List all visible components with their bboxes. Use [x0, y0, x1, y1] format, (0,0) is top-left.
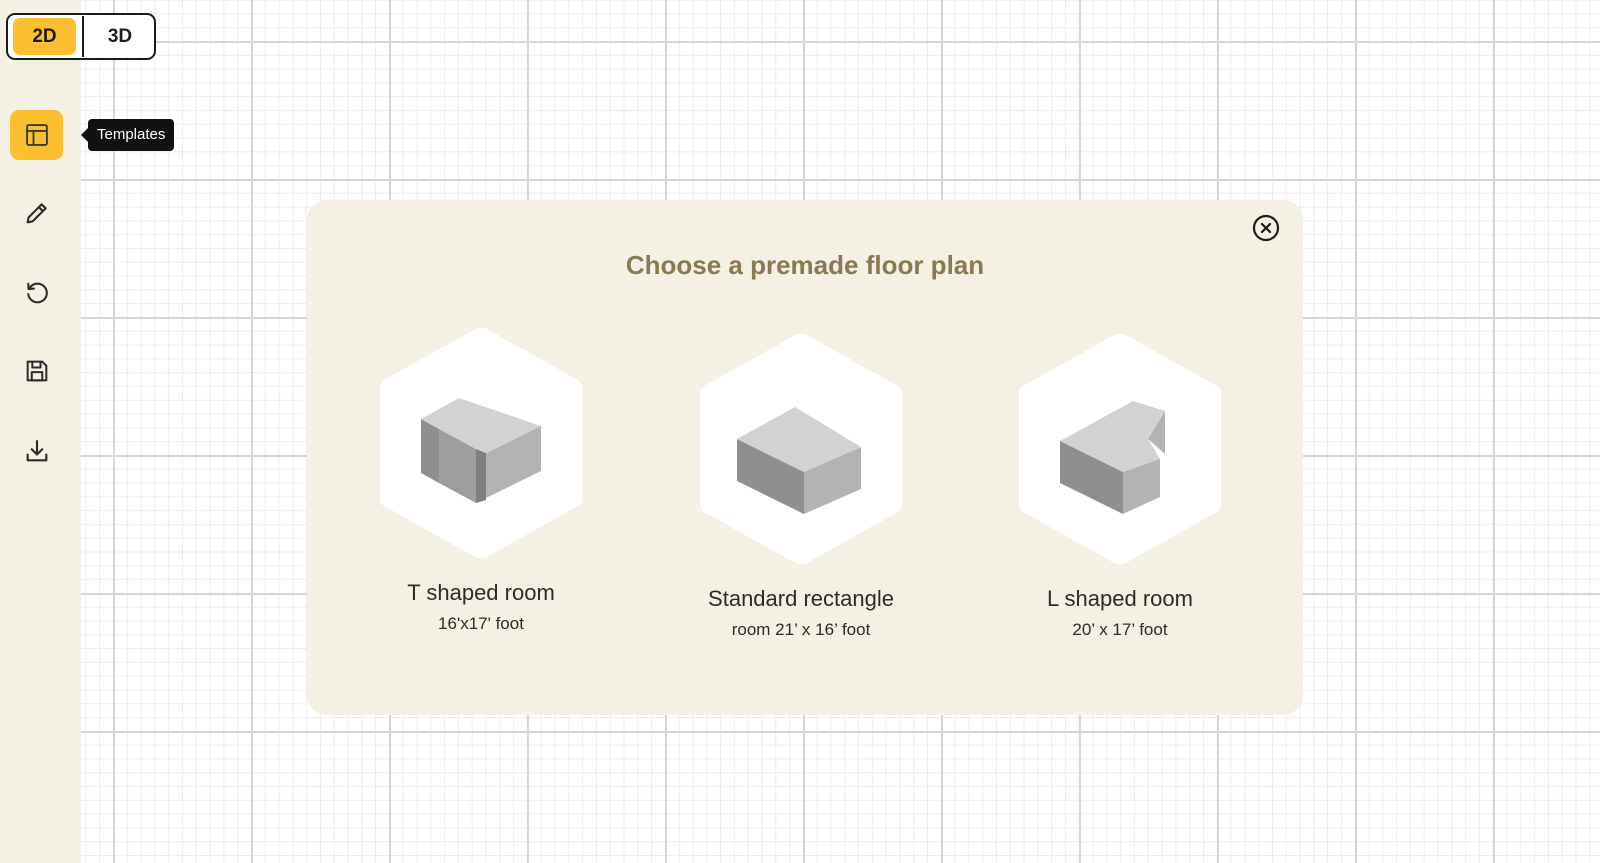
template-name: Standard rectangle — [708, 586, 894, 611]
template-size: 16'x17' foot — [438, 614, 524, 633]
templates-tooltip: Templates — [80, 119, 175, 151]
l-shaped-room-icon — [1019, 334, 1221, 564]
undo-icon — [26, 282, 48, 304]
dialog-title: Choose a premade floor plan — [625, 250, 985, 280]
pencil-icon — [26, 203, 47, 224]
t-shaped-room-icon — [380, 328, 582, 558]
template-card-rectangle[interactable]: Standard rectangle room 21’ x 16’ foot — [681, 334, 921, 640]
template-picker-dialog: Choose a premade floor plan T shaped roo… — [307, 200, 1303, 715]
close-button[interactable] — [1252, 214, 1280, 242]
download-tool-button[interactable] — [10, 426, 63, 476]
close-circle-icon — [1252, 214, 1280, 242]
save-tool-button[interactable] — [10, 346, 63, 396]
template-card-l-shaped[interactable]: L shaped room 20’ x 17’ foot — [1000, 334, 1240, 640]
draw-tool-button[interactable] — [10, 188, 63, 238]
template-name: T shaped room — [407, 580, 555, 605]
template-size: room 21’ x 16’ foot — [731, 620, 871, 639]
save-icon — [26, 360, 47, 382]
template-card-t-shaped[interactable]: T shaped room 16'x17' foot — [361, 328, 601, 634]
templates-tool-button[interactable] — [10, 110, 63, 160]
template-name: L shaped room — [1047, 586, 1193, 611]
view-mode-toggle: 2D 3D — [6, 13, 156, 60]
toggle-divider — [82, 16, 84, 57]
template-size: 20’ x 17’ foot — [1072, 620, 1168, 639]
undo-tool-button[interactable] — [10, 268, 63, 318]
download-icon — [26, 440, 47, 462]
template-icon — [25, 124, 48, 146]
rectangle-room-icon — [700, 334, 902, 564]
toggle-3d-button[interactable]: 3D — [88, 18, 152, 55]
toggle-2d-button[interactable]: 2D — [13, 18, 76, 55]
